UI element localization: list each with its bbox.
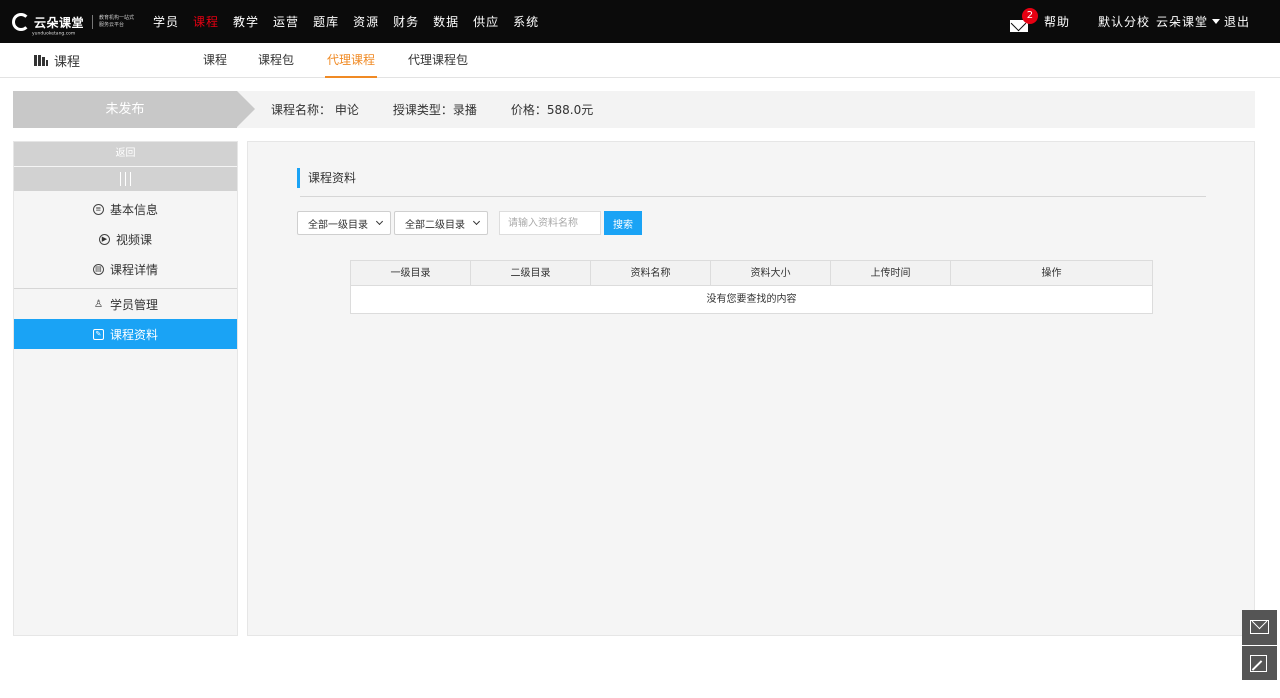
column-header-actions: 操作 (1041, 268, 1062, 279)
empty-table-message: 没有您要查找的内容 (706, 294, 797, 305)
help-link[interactable]: 帮助 (1044, 13, 1070, 30)
materials-table: 一级目录 二级目录 资料名称 资料大小 上传时间 操作 没有您要查找的内容 (350, 260, 1153, 314)
edit-icon (1250, 655, 1267, 672)
sidebar-item-label: 视频课 (115, 232, 152, 247)
sidebar-item-video-course[interactable]: ▶ 视频课 (14, 224, 237, 254)
nav-item-supply[interactable]: 供应 (473, 13, 499, 30)
course-price: 价格：588.0元 (510, 103, 594, 117)
users-icon: ♙ (94, 298, 103, 310)
table-header: 一级目录 二级目录 资料名称 资料大小 上传时间 操作 (351, 261, 1152, 286)
envelope-icon (1250, 620, 1269, 634)
tab-courses[interactable]: 课程 (203, 43, 227, 78)
back-button[interactable]: 返回 (14, 142, 237, 166)
chevron-down-icon (472, 217, 481, 226)
material-name-search-input[interactable] (499, 211, 601, 235)
tab-agent-courses[interactable]: 代理课程 (325, 43, 378, 78)
section-title: 课程 (54, 55, 81, 70)
logo[interactable]: 云朵课堂 yunduoketang.com 教育机构一站式服务云平台 (12, 11, 135, 36)
sidebar-item-course-materials[interactable]: ✎ 课程资料 (14, 319, 237, 349)
title-divider (300, 196, 1206, 197)
materials-panel: 课程资料 全部一级目录 全部二级目录 搜索 一级目录 二级目录 资料名称 资料大… (247, 141, 1255, 636)
nav-item-finance[interactable]: 财务 (393, 13, 419, 30)
teach-type: 授课类型：录播 (392, 103, 477, 117)
floating-feedback-button[interactable] (1242, 645, 1277, 680)
search-button[interactable]: 搜索 (604, 211, 642, 235)
logout-link[interactable]: 退出 (1224, 13, 1250, 30)
chevron-down-icon (375, 217, 384, 226)
course-name: 课程名称： 申论 (271, 103, 359, 117)
floating-message-button[interactable] (1242, 610, 1277, 645)
course-info-strip: 未发布 课程名称： 申论 授课类型：录播 价格：588.0元 (13, 91, 1255, 128)
level1-directory-select[interactable]: 全部一级目录 (297, 211, 391, 235)
nav-item-operations[interactable]: 运营 (273, 13, 299, 30)
edit-doc-icon: ✎ (92, 328, 104, 340)
nav-item-teaching[interactable]: 教学 (233, 13, 259, 30)
column-header-material-size: 资料大小 (711, 261, 831, 285)
sidebar-item-basic-info[interactable]: ≡ 基本信息 (14, 194, 237, 224)
top-navigation-bar: 云朵课堂 yunduoketang.com 教育机构一站式服务云平台 学员 课程… (0, 0, 1280, 43)
course-sidebar: 返回 ≡ 基本信息 ▶ 视频课 ▤ 课程详情 ♙ 学员管理 ✎ 课程资料 (13, 141, 238, 636)
sidebar-item-label: 课程资料 (109, 327, 158, 342)
tab-agent-course-packages[interactable]: 代理课程包 (408, 43, 468, 78)
sidebar-item-student-management[interactable]: ♙ 学员管理 (14, 289, 237, 319)
nav-item-system[interactable]: 系统 (513, 13, 539, 30)
nav-item-courses[interactable]: 课程 (193, 13, 219, 30)
mail-count-badge: 2 (1021, 7, 1038, 24)
sidebar-item-label: 课程详情 (109, 262, 158, 277)
select-value: 全部二级目录 (405, 219, 465, 231)
nav-item-resources[interactable]: 资源 (353, 13, 379, 30)
course-summary: 课程名称： 申论 授课类型：录播 价格：588.0元 (271, 91, 627, 128)
caret-down-icon[interactable] (1211, 19, 1220, 24)
list-circle-icon: ≡ (92, 203, 104, 215)
user-area: 2 帮助 默认分校 云朵课堂 退出 (1009, 0, 1250, 43)
column-header-upload-time: 上传时间 (831, 261, 951, 285)
main-nav: 学员 课程 教学 运营 题库 资源 财务 数据 供应 系统 (153, 0, 553, 43)
logo-divider (92, 15, 94, 29)
panel-title: 课程资料 (297, 168, 356, 188)
nav-item-students[interactable]: 学员 (153, 13, 179, 30)
collapse-handle[interactable] (14, 167, 237, 191)
column-header-level1: 一级目录 (351, 261, 471, 285)
sidebar-item-label: 基本信息 (109, 202, 158, 217)
publish-status: 未发布 (13, 91, 255, 128)
play-circle-icon: ▶ (98, 233, 110, 245)
cloud-logo-icon (12, 12, 32, 32)
tab-course-packages[interactable]: 课程包 (258, 43, 294, 78)
nav-item-data[interactable]: 数据 (433, 13, 459, 30)
school-selector[interactable]: 默认分校 (1098, 13, 1150, 30)
column-header-level2: 二级目录 (471, 261, 591, 285)
section-header: 课程 (34, 43, 80, 78)
sidebar-item-course-detail[interactable]: ▤ 课程详情 (14, 254, 237, 284)
column-header-material-name: 资料名称 (591, 261, 711, 285)
logo-slogan: 教育机构一站式服务云平台 (99, 15, 135, 28)
detail-circle-icon: ▤ (92, 263, 104, 275)
logo-domain: yunduoketang.com (32, 30, 76, 36)
course-tabs: 课程 课程包 代理课程 代理课程包 (200, 43, 471, 78)
sub-navigation-bar: 课程 课程 课程包 代理课程 代理课程包 (0, 43, 1280, 78)
mail-icon[interactable]: 2 (1009, 7, 1038, 32)
filter-bar: 全部一级目录 全部二级目录 搜索 (297, 211, 642, 235)
logo-name: 云朵课堂 (34, 15, 85, 30)
nav-item-question-bank[interactable]: 题库 (313, 13, 339, 30)
books-icon (34, 55, 48, 66)
level2-directory-select[interactable]: 全部二级目录 (394, 211, 488, 235)
select-value: 全部一级目录 (308, 219, 368, 231)
user-menu[interactable]: 云朵课堂 (1156, 13, 1208, 30)
sidebar-item-label: 学员管理 (109, 297, 158, 312)
